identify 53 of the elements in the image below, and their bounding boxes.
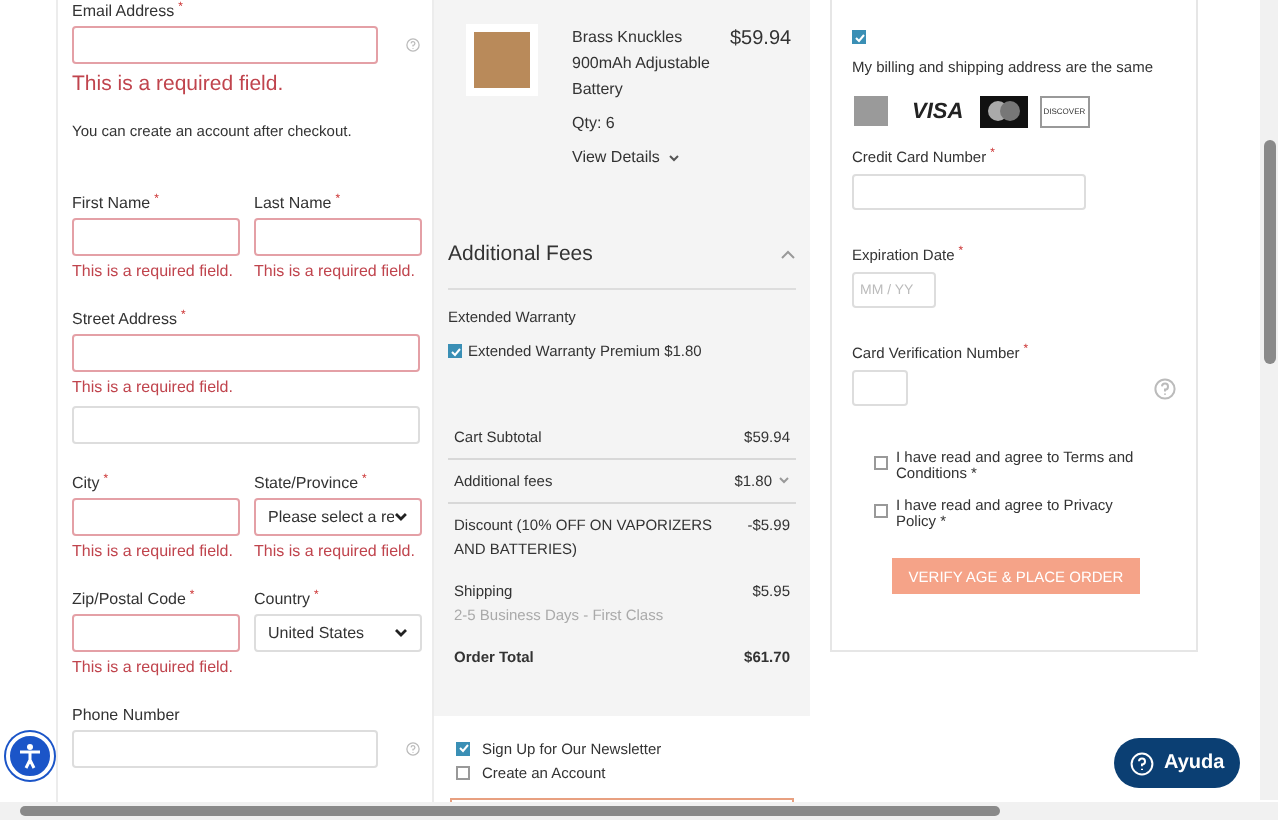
help-button[interactable]: Ayuda [1114,738,1241,788]
help-icon[interactable] [406,34,420,56]
field-label: Last Name [254,192,332,216]
card-logo [854,96,888,127]
field-label: Street Address [72,308,177,332]
error-message: This is a required field. [72,656,235,680]
field-label: Zip/Postal Code [72,588,186,612]
select-field[interactable]: Please select a re [254,498,422,536]
chevron-down-icon [667,153,680,161]
field-label: State/Province [254,472,359,496]
product-name: Brass Knuckles 900mAh Adjustable Battery [572,26,712,102]
accessibility-button[interactable] [6,732,54,780]
help-icon[interactable] [406,738,420,760]
input-field[interactable] [72,334,420,372]
horizontal-scrollbar[interactable] [0,802,1278,820]
field-label: First Name [72,192,151,216]
chevron-down-icon [394,628,408,638]
chevron-up-icon[interactable] [780,250,796,261]
input-field[interactable] [72,614,240,652]
card-logo: VISA [912,97,964,127]
error-message: This is a required field. [72,540,235,564]
field-label: Phone Number [72,704,180,728]
product-quantity: Qty: 6 [572,112,617,136]
input-field[interactable] [72,26,378,64]
select-field[interactable]: United States [254,614,422,652]
checkbox[interactable] [456,765,470,780]
error-message: This is a required field. [254,260,417,284]
help-icon[interactable] [1154,377,1176,400]
product-price: $59.94 [730,26,792,54]
product-image [466,24,538,96]
checkbox[interactable] [874,456,888,471]
vertical-scrollbar[interactable] [1260,0,1278,800]
input-field[interactable] [852,370,908,407]
section-title: Additional Fees [448,240,593,270]
input-field[interactable] [72,218,240,256]
field-label: Country [254,588,311,612]
input-field[interactable] [72,498,240,536]
input-field[interactable] [72,406,420,444]
card-logo [979,95,1028,128]
error-message: This is a required field. [254,540,417,564]
accessibility-icon [16,742,44,770]
field-label: Email Address [72,0,175,24]
help-icon [1130,751,1154,775]
input-field[interactable] [72,730,378,768]
error-message: This is a required field. [72,260,235,284]
checkbox[interactable] [874,504,888,519]
error-message: This is a required field. [72,376,235,400]
field-label: City [72,472,100,496]
input-field[interactable] [852,174,1086,211]
view-details-link[interactable]: View Details [572,144,712,170]
input-field[interactable] [254,218,422,256]
chevron-down-icon [394,512,408,522]
error-message: This is a required field. [72,70,286,100]
